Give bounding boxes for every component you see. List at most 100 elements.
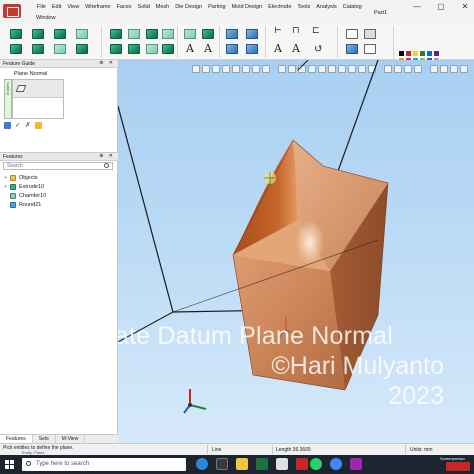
menu-faces[interactable]: Faces <box>114 4 135 10</box>
text-feature-icon[interactable]: A <box>186 42 194 55</box>
extrude-icon <box>10 183 16 190</box>
command-name: Plane Normal <box>14 71 48 77</box>
file-explorer-icon[interactable] <box>236 458 248 470</box>
zoom-to-fit-icon[interactable] <box>346 44 358 54</box>
extrude-icon[interactable] <box>10 44 22 54</box>
dimension-icon[interactable]: ⊢ <box>274 26 282 36</box>
layer-manager-icon[interactable] <box>364 44 376 54</box>
fillet-icon[interactable] <box>110 29 122 39</box>
minimize-button[interactable]: — <box>412 2 422 11</box>
shell-icon[interactable] <box>146 29 158 39</box>
edge-browser-icon[interactable] <box>196 458 208 470</box>
cylinder-primitive-icon[interactable] <box>32 29 44 39</box>
tree-item-label: Extrude10 <box>19 183 45 190</box>
menu-electrode[interactable]: Electrode <box>265 4 294 10</box>
datum-plane-icon[interactable] <box>226 29 238 39</box>
ribbon-group-text: A A <box>180 26 220 58</box>
taskbar-search-box[interactable]: Type here to search <box>22 458 186 471</box>
draft-icon[interactable] <box>162 29 174 39</box>
cad-app-icon[interactable] <box>296 458 308 470</box>
menu-wireframe[interactable]: Wireframe <box>82 4 113 10</box>
ok-button[interactable]: ✓ <box>15 121 21 129</box>
help-icon[interactable] <box>34 121 42 129</box>
history-icon[interactable]: ↺ <box>314 42 323 55</box>
thicken-icon[interactable] <box>162 44 174 54</box>
menu-edit[interactable]: Edit <box>49 4 64 10</box>
close-button[interactable]: ✕ <box>460 2 470 11</box>
axis-triad[interactable] <box>182 385 212 415</box>
menu-catalog[interactable]: Catalog <box>340 4 365 10</box>
menu-solid[interactable]: Solid <box>135 4 153 10</box>
tree-item-extrude[interactable]: + Extrude10 <box>4 182 114 191</box>
chamfer-icon <box>10 192 16 199</box>
menu-tools[interactable]: Tools <box>294 4 313 10</box>
measure-icon[interactable]: ⊓ <box>292 26 300 36</box>
feature-guide-header: Feature Guide ⊕ ✕ <box>0 60 118 68</box>
label-icon[interactable]: A <box>292 42 300 55</box>
menu-analysis[interactable]: Analysis <box>313 4 339 10</box>
emboss-icon[interactable] <box>202 29 214 39</box>
datum-point-icon[interactable] <box>226 44 238 54</box>
plane-icon[interactable] <box>15 85 27 92</box>
revolve-icon[interactable] <box>32 44 44 54</box>
sphere-primitive-icon[interactable] <box>54 29 66 39</box>
cone-primitive-icon[interactable] <box>76 29 88 39</box>
tree-item-round[interactable]: Round21 <box>4 200 114 209</box>
split-icon[interactable] <box>110 44 122 54</box>
text-outline-icon[interactable]: A <box>204 42 212 55</box>
app-logo[interactable] <box>3 4 21 18</box>
menu-die-design[interactable]: Die Design <box>172 4 205 10</box>
view-shaded-icon[interactable] <box>364 29 376 39</box>
offset-icon[interactable] <box>146 44 158 54</box>
menu-view[interactable]: View <box>64 4 82 10</box>
menu-file[interactable]: File <box>34 4 49 10</box>
restore-button[interactable]: ▢ <box>436 2 446 11</box>
tab-features[interactable]: Features <box>0 435 33 443</box>
annotation-text-icon[interactable]: A <box>274 42 282 55</box>
menu-parting[interactable]: Parting <box>205 4 228 10</box>
tree-item-objects[interactable]: + Objects <box>4 173 114 182</box>
pin-icon[interactable]: ⊕ ✕ <box>99 60 115 66</box>
ribbon-group-view <box>340 26 394 58</box>
cancel-button[interactable]: ✗ <box>25 121 31 129</box>
align-icon[interactable]: ⊏ <box>312 26 320 36</box>
objects-icon <box>10 174 16 181</box>
empty-option-row[interactable] <box>13 99 63 118</box>
task-view-icon[interactable] <box>216 458 228 470</box>
chrome-icon[interactable] <box>330 458 342 470</box>
datum-csys-icon[interactable] <box>246 44 258 54</box>
trim-icon[interactable] <box>128 44 140 54</box>
pin-icon[interactable]: ⊕ ✕ <box>99 153 115 159</box>
chamfer-icon[interactable] <box>128 29 140 39</box>
box-primitive-icon[interactable] <box>10 29 22 39</box>
features-search-input[interactable] <box>3 162 113 170</box>
datum-plane-edge <box>297 60 309 71</box>
media-app-icon[interactable] <box>350 458 362 470</box>
tab-sets[interactable]: Sets <box>33 435 56 443</box>
datum-axis-icon[interactable] <box>246 29 258 39</box>
whatsapp-icon[interactable] <box>310 458 322 470</box>
features-title: Features <box>3 154 23 160</box>
loft-icon[interactable] <box>76 44 88 54</box>
options-icon[interactable] <box>4 121 11 129</box>
app-window-icon[interactable] <box>276 458 288 470</box>
search-icon[interactable] <box>104 163 109 168</box>
guide-step-strip[interactable]: Entities <box>4 79 12 119</box>
windows-start-icon[interactable] <box>5 460 14 469</box>
menu-window[interactable]: Window <box>36 15 56 21</box>
screen-recorder-icon[interactable] <box>446 462 470 471</box>
feature-guide-title: Feature Guide <box>3 61 35 67</box>
tab-m-view[interactable]: M-View <box>56 435 86 443</box>
search-icon <box>26 461 31 466</box>
excel-icon[interactable] <box>256 458 268 470</box>
menu-mold-design[interactable]: Mold Design <box>229 4 266 10</box>
sweep-icon[interactable] <box>54 44 66 54</box>
status-units[interactable]: Units: mm <box>410 447 433 453</box>
tree-item-label: Chamfer10 <box>19 192 47 199</box>
menu-mesh[interactable]: Mesh <box>153 4 172 10</box>
tree-item-chamfer[interactable]: Chamfer10 <box>4 191 114 200</box>
image-feature-icon[interactable] <box>184 29 196 39</box>
plane-option-row[interactable] <box>13 80 63 98</box>
view-front-icon[interactable] <box>346 29 358 39</box>
3d-viewport[interactable]: Create Datum Plane Normal ©Hari Mulyanto… <box>118 60 474 443</box>
